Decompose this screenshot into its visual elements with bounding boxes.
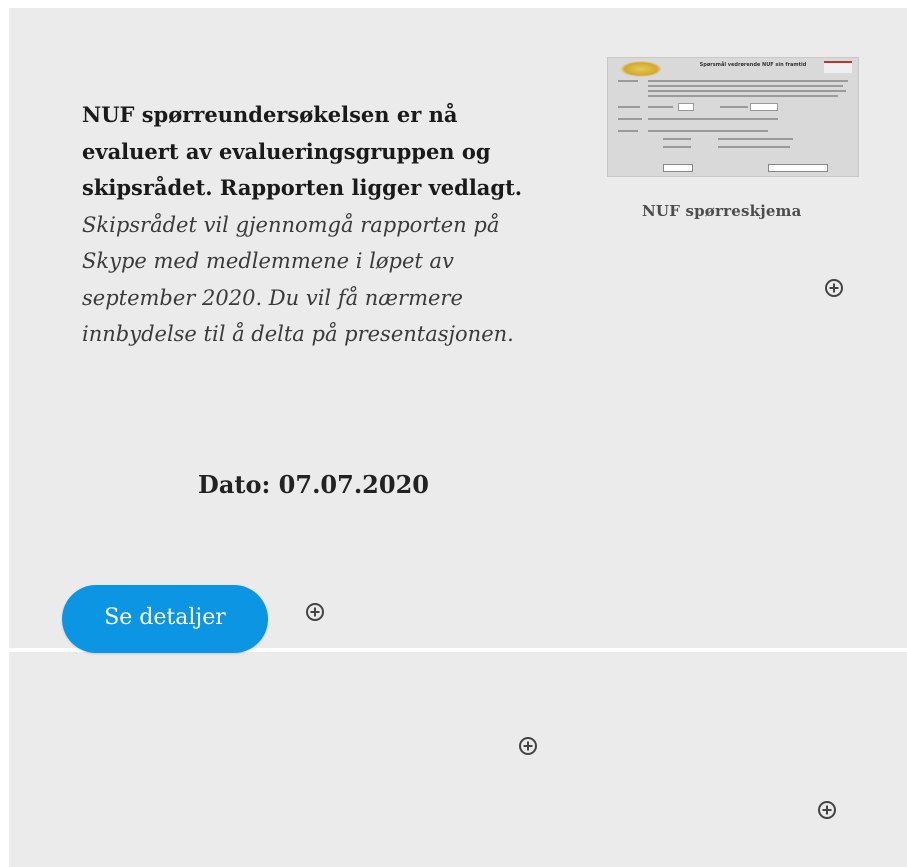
thumbnail-field	[678, 103, 694, 111]
see-details-button[interactable]: Se detaljer	[62, 585, 268, 653]
attachment-thumbnail[interactable]: Spørsmål vedrørende NUF sin framtid	[607, 57, 859, 177]
thumbnail-title: Spørsmål vedrørende NUF sin framtid	[699, 62, 807, 68]
plus-circle-icon[interactable]	[306, 603, 324, 621]
thumbnail-text-line	[618, 130, 638, 132]
thumbnail-text-line	[663, 146, 691, 148]
thumbnail-text-line	[648, 85, 843, 87]
thumbnail-text-line	[718, 138, 793, 140]
thumbnail-text-line	[618, 80, 638, 82]
thumbnail-text-line	[648, 130, 768, 132]
thumbnail-text-line	[648, 95, 838, 97]
thumbnail-text-line	[648, 118, 778, 120]
thumbnail-text-line	[648, 80, 848, 82]
plus-circle-icon[interactable]	[519, 737, 537, 755]
thumbnail-text-line	[648, 90, 846, 92]
thumbnail-text-line	[648, 106, 673, 108]
attachment-caption[interactable]: NUF spørreskjema	[642, 202, 802, 220]
thumbnail-text-line	[720, 106, 748, 108]
thumbnail-text-line	[663, 138, 691, 140]
thumbnail-field	[750, 103, 778, 111]
thumbnail-button	[663, 164, 693, 172]
thumbnail-corner-logo	[824, 61, 852, 73]
date-label: Dato: 07.07.2020	[198, 470, 429, 499]
plus-circle-icon[interactable]	[818, 801, 836, 819]
intro-italic-text: Skipsrådet vil gjennomgå rapporten på Sk…	[82, 212, 514, 347]
logo-icon	[620, 61, 662, 77]
thumbnail-text-line	[718, 146, 790, 148]
plus-circle-icon[interactable]	[825, 279, 843, 297]
intro-bold-text: NUF spørreundersøkelsen er nå evaluert a…	[82, 102, 523, 200]
content-panel-lower	[9, 652, 907, 867]
thumbnail-text-line	[618, 106, 640, 108]
thumbnail-text-line	[618, 118, 642, 120]
intro-text: NUF spørreundersøkelsen er nå evaluert a…	[82, 97, 552, 353]
thumbnail-button	[768, 164, 828, 172]
